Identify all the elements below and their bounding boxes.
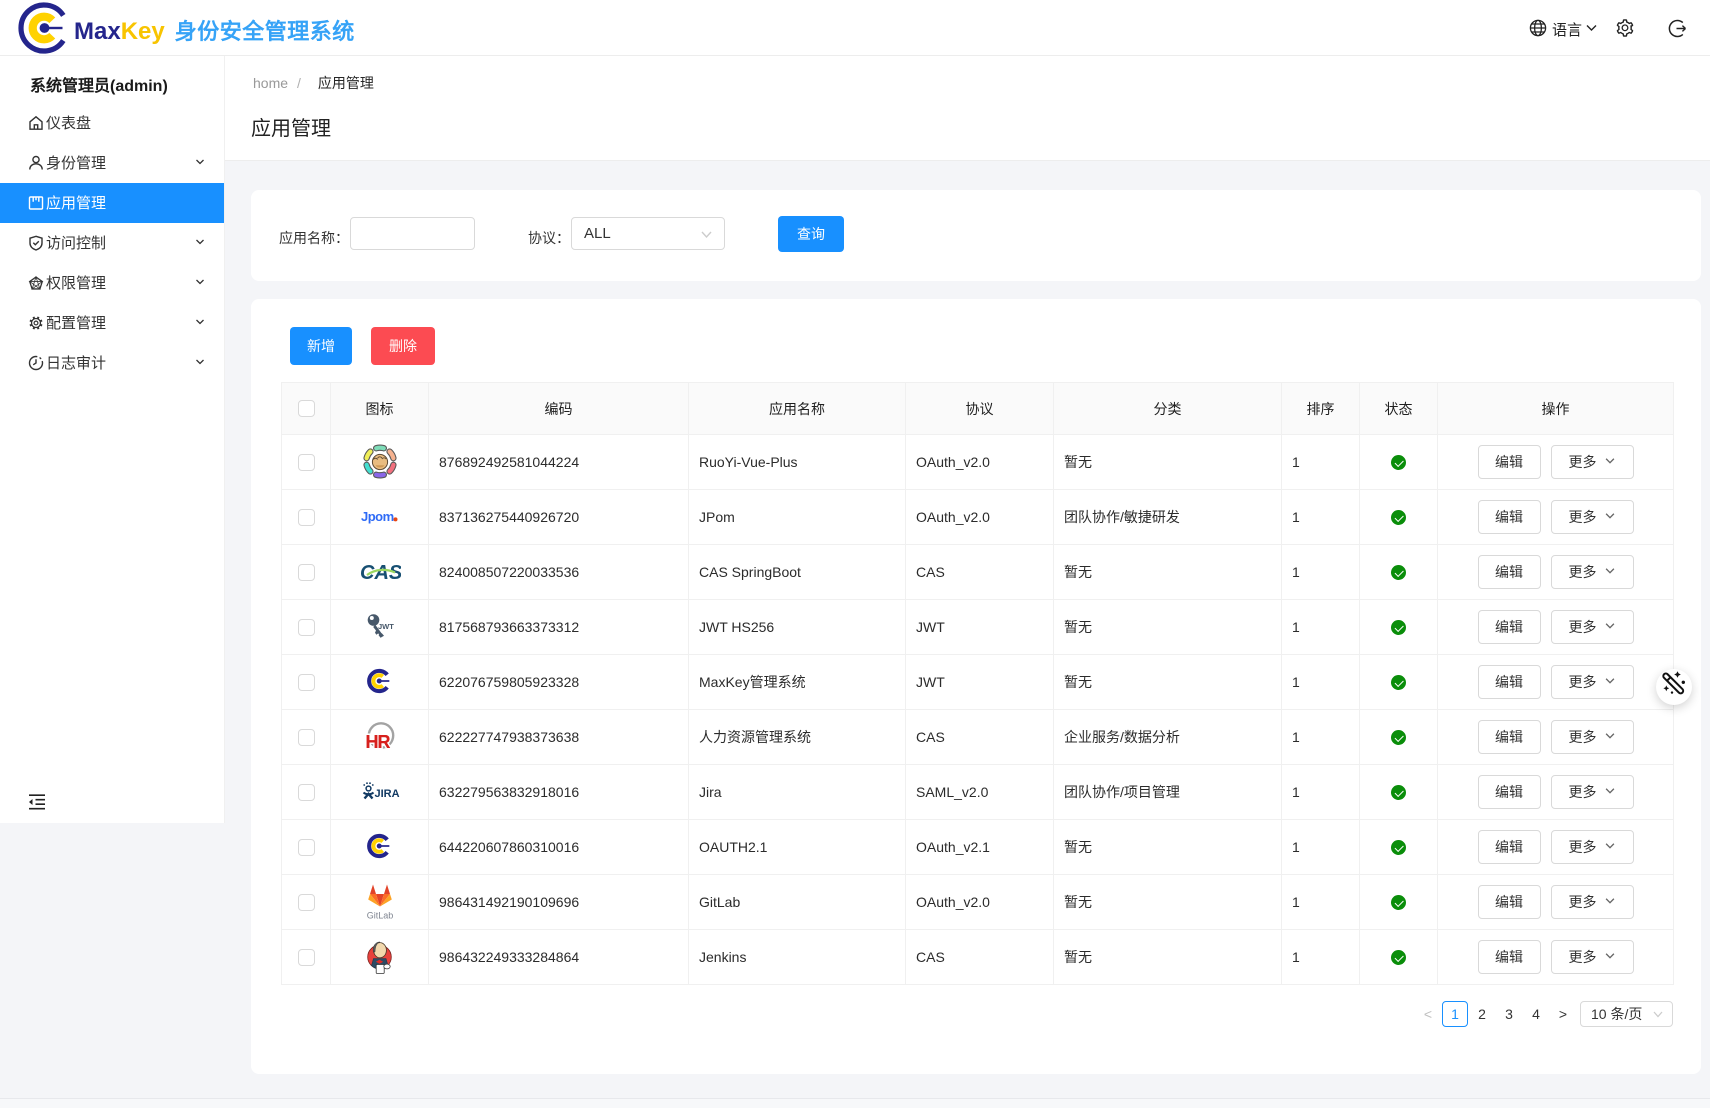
svg-text:CAS: CAS [360, 562, 401, 584]
svg-text:JWT: JWT [378, 622, 394, 631]
svg-text:JIRA: JIRA [374, 788, 399, 800]
svg-text:GitLab: GitLab [366, 910, 393, 920]
svg-text:Jpom: Jpom [361, 509, 394, 524]
svg-text:HR: HR [365, 732, 390, 752]
